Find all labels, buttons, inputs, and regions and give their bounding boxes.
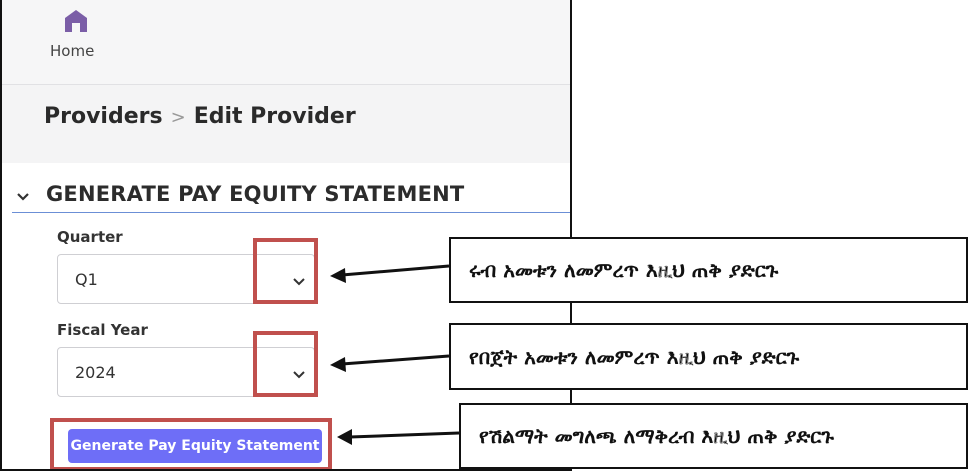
arrow-fiscal-year	[330, 354, 450, 372]
callout-arrows	[330, 264, 460, 445]
arrow-quarter	[330, 264, 450, 283]
arrow-generate	[337, 429, 460, 445]
